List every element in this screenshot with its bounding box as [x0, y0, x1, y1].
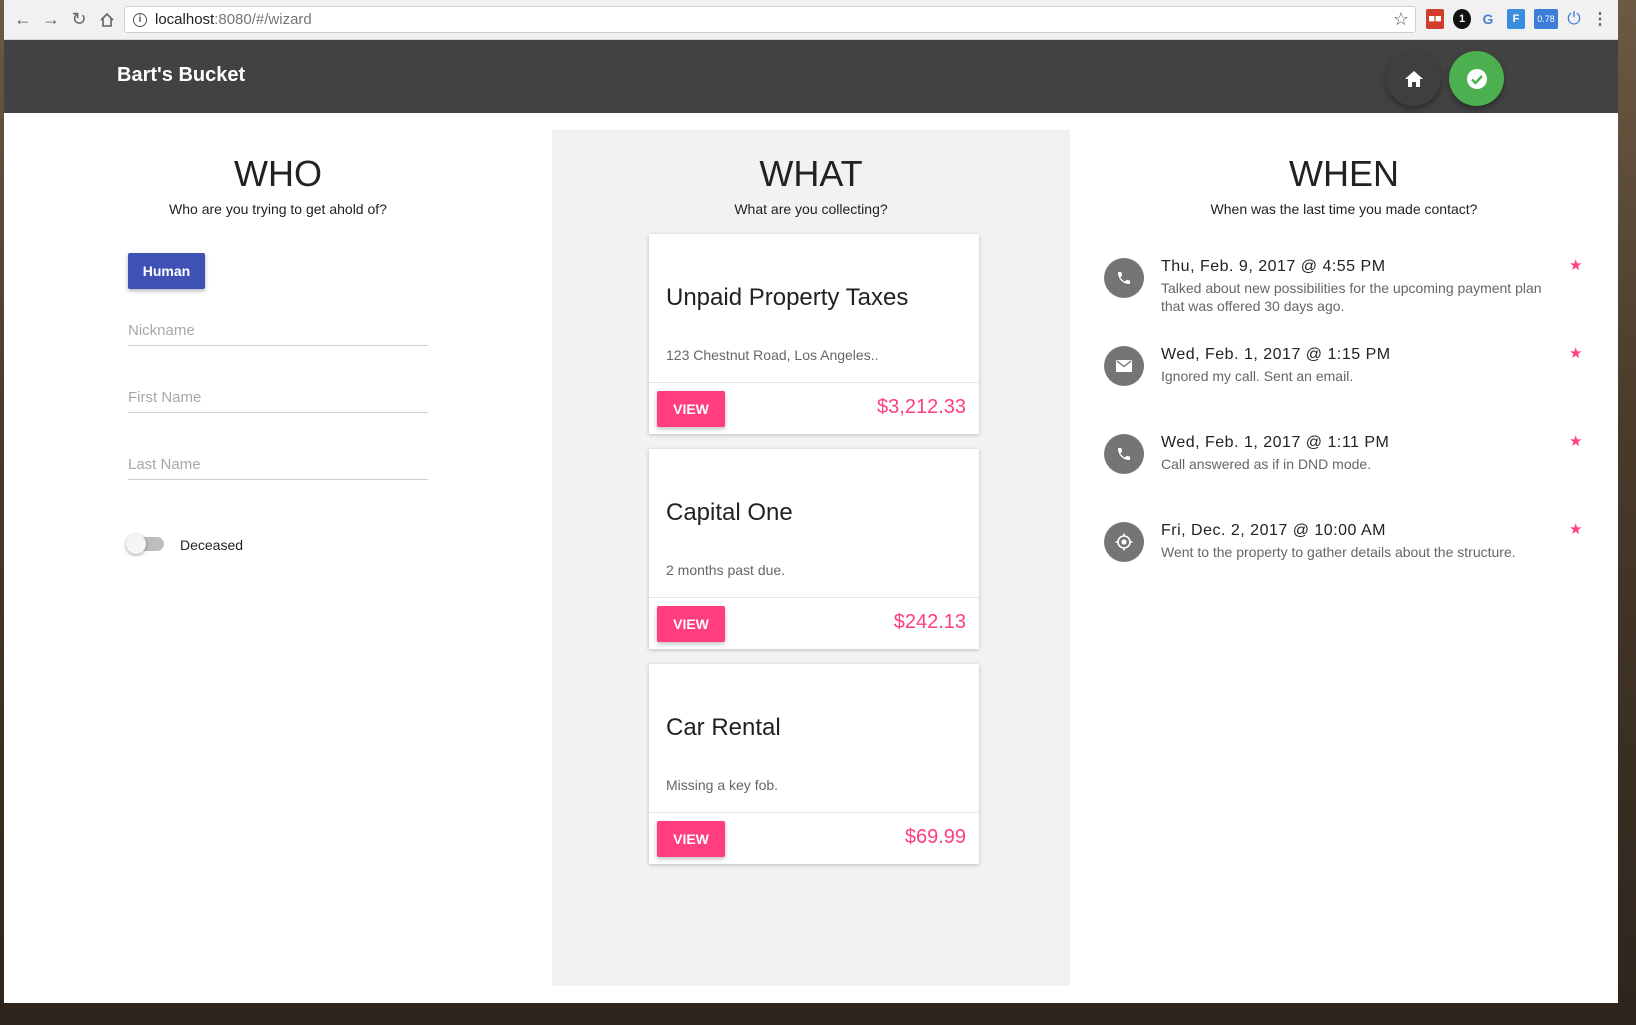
debt-card: Capital One 2 months past due. VIEW $242… [649, 449, 979, 649]
timeline-text: Call answered as if in DND mode. [1161, 456, 1372, 472]
when-title: WHEN [1289, 153, 1399, 194]
star-icon[interactable]: ★ [1569, 256, 1582, 274]
url-host: localhost [155, 11, 215, 28]
extension-badge[interactable]: 0.78 [1534, 9, 1558, 29]
card-actions: VIEW $242.13 [649, 597, 979, 649]
timeline-text: Talked about new possibilities for the u… [1161, 280, 1542, 314]
human-button[interactable]: Human [128, 253, 205, 289]
what-title: WHAT [759, 153, 863, 194]
who-subtitle: Who are you trying to get ahold of? [169, 201, 387, 217]
extension-icon-red[interactable]: ■■ [1426, 9, 1444, 29]
home-page-icon[interactable] [94, 7, 120, 33]
back-icon[interactable]: ← [10, 7, 36, 33]
translate-icon[interactable]: G [1478, 9, 1498, 29]
card-amount: $3,212.33 [877, 396, 966, 418]
toggle-knob [126, 534, 146, 554]
star-icon[interactable]: ★ [1569, 344, 1582, 362]
url-path: :8080/#/wizard [214, 11, 312, 28]
last-name-field[interactable] [128, 450, 428, 480]
bookmark-star-icon[interactable]: ☆ [1393, 9, 1409, 30]
home-icon [1404, 70, 1423, 87]
timeline-text: Went to the property to gather details a… [1161, 544, 1516, 560]
timeline-text: Ignored my call. Sent an email. [1161, 368, 1354, 384]
home-button[interactable] [1386, 51, 1441, 106]
wizard-content: WHO Who are you trying to get ahold of? … [4, 113, 1618, 1003]
who-title: WHO [234, 153, 322, 194]
star-icon[interactable]: ★ [1569, 432, 1582, 450]
location-icon [1104, 522, 1144, 562]
card-title: Capital One [666, 499, 793, 526]
info-icon[interactable]: i [133, 12, 147, 27]
debt-card: Unpaid Property Taxes 123 Chestnut Road,… [649, 234, 979, 434]
timeline-date: Wed, Feb. 1, 2017 @ 1:15 PM [1161, 346, 1391, 363]
view-button[interactable]: VIEW [657, 606, 725, 642]
card-title: Unpaid Property Taxes [666, 284, 909, 311]
email-icon [1104, 346, 1144, 386]
browser-toolbar: ← → ↻ i localhost:8080/#/wizard ☆ ■■ 1 G… [4, 0, 1618, 40]
power-icon[interactable]: ⏻ [1565, 9, 1583, 29]
app-title: Bart's Bucket [117, 64, 246, 86]
deceased-toggle[interactable] [126, 534, 164, 554]
check-circle-icon [1466, 68, 1487, 89]
timeline-date: Thu, Feb. 9, 2017 @ 4:55 PM [1161, 258, 1386, 275]
card-description: 123 Chestnut Road, Los Angeles.. [666, 347, 879, 363]
debt-card: Car Rental Missing a key fob. VIEW $69.9… [649, 664, 979, 864]
nickname-field[interactable] [128, 316, 428, 346]
app-bar: Bart's Bucket [4, 40, 1618, 113]
card-description: Missing a key fob. [666, 777, 779, 793]
card-actions: VIEW $3,212.33 [649, 382, 979, 434]
forward-icon[interactable]: → [38, 7, 64, 33]
card-actions: VIEW $69.99 [649, 812, 979, 864]
view-button[interactable]: VIEW [657, 391, 725, 427]
star-icon[interactable]: ★ [1569, 520, 1582, 538]
menu-icon[interactable]: ⋮ [1592, 9, 1608, 29]
complete-button[interactable] [1449, 51, 1504, 106]
card-amount: $242.13 [893, 611, 966, 633]
phone-icon [1104, 434, 1144, 474]
timeline-date: Wed, Feb. 1, 2017 @ 1:11 PM [1161, 434, 1390, 451]
timeline-date: Fri, Dec. 2, 2017 @ 10:00 AM [1161, 522, 1387, 539]
card-amount: $69.99 [904, 826, 966, 848]
card-title: Car Rental [666, 714, 781, 741]
deceased-label: Deceased [180, 537, 244, 553]
address-bar[interactable]: i localhost:8080/#/wizard ☆ [124, 6, 1416, 33]
reload-icon[interactable]: ↻ [66, 7, 92, 33]
when-subtitle: When was the last time you made contact? [1210, 201, 1478, 217]
card-description: 2 months past due. [666, 562, 786, 578]
extension-icon-1password[interactable]: 1 [1453, 9, 1471, 29]
first-name-field[interactable] [128, 383, 428, 413]
browser-window: ← → ↻ i localhost:8080/#/wizard ☆ ■■ 1 G… [4, 0, 1618, 1003]
what-subtitle: What are you collecting? [734, 201, 888, 217]
extension-icon-f[interactable]: F [1507, 9, 1525, 29]
view-button[interactable]: VIEW [657, 821, 725, 857]
phone-icon [1104, 258, 1144, 298]
